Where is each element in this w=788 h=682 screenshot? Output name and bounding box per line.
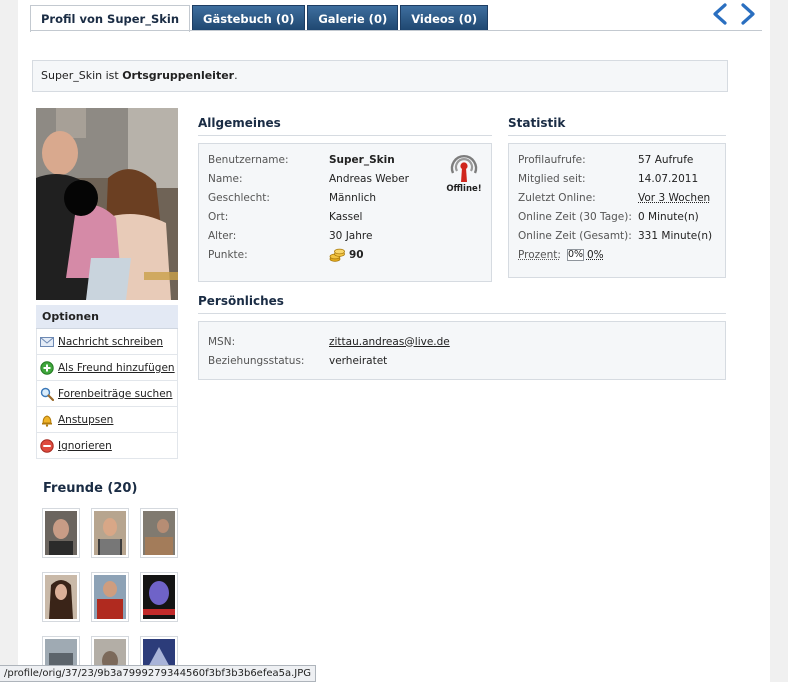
- rank-end: .: [234, 69, 238, 82]
- stat-row: Mitglied seit: 14.07.2011: [518, 169, 716, 188]
- profile-page: Profil von Super_Skin Gästebuch (0) Gale…: [18, 0, 770, 682]
- rank-title: Ortsgruppenleiter: [122, 69, 234, 82]
- status-label: Offline!: [446, 184, 482, 194]
- row-key: Punkte:: [208, 249, 329, 261]
- info-row: MSN: zittau.andreas@live.de: [208, 332, 716, 351]
- tab-gallery[interactable]: Galerie (0): [307, 5, 398, 31]
- info-row: Geschlecht: Männlich: [208, 188, 482, 207]
- row-key: Ort:: [208, 211, 329, 223]
- row-key: Benutzername:: [208, 154, 329, 166]
- search-posts-label: Forenbeiträge suchen: [58, 388, 172, 400]
- offline-status-icon: [447, 153, 481, 183]
- friend-thumbnail[interactable]: [140, 572, 178, 622]
- friend-photo: [45, 511, 77, 555]
- row-key: Beziehungsstatus:: [208, 355, 329, 367]
- row-key: Name:: [208, 173, 329, 185]
- row-key: Alter:: [208, 230, 329, 242]
- tab-videos[interactable]: Videos (0): [400, 5, 488, 31]
- general-box: Benutzername: Super_Skin Name: Andreas W…: [198, 143, 492, 282]
- block-icon: [40, 439, 54, 453]
- row-value: 331 Minute(n): [638, 230, 712, 242]
- username-value: Super_Skin: [329, 154, 395, 166]
- stat-row: Profilaufrufe: 57 Aufrufe: [518, 150, 716, 169]
- stat-row: Prozent: 0% 0%: [518, 245, 716, 264]
- row-key: Online Zeit (Gesamt):: [518, 230, 638, 242]
- percent-key: Prozent:: [518, 249, 561, 261]
- row-value: verheiratet: [329, 355, 387, 367]
- rank-notice: Super_Skin ist Ortsgruppenleiter.: [32, 60, 728, 92]
- personal-title: Persönliches: [198, 294, 726, 314]
- friend-thumbnail[interactable]: [42, 508, 80, 558]
- send-message-button[interactable]: Nachricht schreiben: [36, 329, 178, 355]
- row-value: 0 Minute(n): [638, 211, 699, 223]
- browser-status-bar: /profile/orig/37/23/9b3a7999279344560f3b…: [0, 665, 316, 682]
- online-status: Offline!: [446, 153, 482, 194]
- info-row: Name: Andreas Weber: [208, 169, 482, 188]
- info-row: Benutzername: Super_Skin: [208, 150, 482, 169]
- info-row: Beziehungsstatus: verheiratet: [208, 351, 716, 370]
- friend-thumbnail[interactable]: [140, 508, 178, 558]
- stat-row: Zuletzt Online: Vor 3 Wochen: [518, 188, 716, 207]
- info-row: Punkte: 90: [208, 245, 482, 264]
- friend-photo: [94, 575, 126, 619]
- tab-bar: Profil von Super_Skin Gästebuch (0) Gale…: [30, 5, 488, 31]
- add-friend-label: Als Freund hinzufügen: [58, 362, 175, 374]
- percent-bar: 0%: [567, 249, 584, 261]
- friend-photo: [143, 575, 175, 619]
- row-key: Geschlecht:: [208, 192, 329, 204]
- points-value: 90: [349, 249, 364, 261]
- general-title: Allgemeines: [198, 116, 492, 136]
- last-online-value: Vor 3 Wochen: [638, 192, 710, 204]
- friend-thumbnail[interactable]: [91, 572, 129, 622]
- row-value: 14.07.2011: [638, 173, 698, 185]
- add-icon: [40, 361, 54, 375]
- poke-button[interactable]: Anstupsen: [36, 407, 178, 433]
- rank-user: Super_Skin: [41, 69, 102, 82]
- stat-row: Online Zeit (30 Tage): 0 Minute(n): [518, 207, 716, 226]
- search-posts-button[interactable]: Forenbeiträge suchen: [36, 381, 178, 407]
- row-key: MSN:: [208, 336, 329, 348]
- personal-box: MSN: zittau.andreas@live.de Beziehungsst…: [198, 321, 726, 380]
- stats-box: Profilaufrufe: 57 Aufrufe Mitglied seit:…: [508, 143, 726, 278]
- row-value: Andreas Weber: [329, 173, 409, 185]
- row-value: Männlich: [329, 192, 376, 204]
- friend-thumbnail[interactable]: [91, 508, 129, 558]
- next-arrow-icon[interactable]: [736, 3, 758, 25]
- row-value: 57 Aufrufe: [638, 154, 693, 166]
- bell-icon: [40, 413, 54, 427]
- options-title: Optionen: [36, 305, 178, 329]
- tab-profile[interactable]: Profil von Super_Skin: [30, 5, 190, 32]
- tab-divider: [30, 30, 762, 31]
- info-row: Alter: 30 Jahre: [208, 226, 482, 245]
- send-message-label: Nachricht schreiben: [58, 336, 163, 348]
- previous-arrow-icon[interactable]: [710, 3, 732, 25]
- row-value: 30 Jahre: [329, 230, 372, 242]
- friend-photo: [143, 511, 175, 555]
- row-key: Mitglied seit:: [518, 173, 638, 185]
- add-friend-button[interactable]: Als Freund hinzufügen: [36, 355, 178, 381]
- percent-text: 0%: [587, 249, 604, 261]
- row-value: Kassel: [329, 211, 362, 223]
- search-icon: [40, 387, 54, 401]
- friend-thumbnail[interactable]: [42, 572, 80, 622]
- row-key: Online Zeit (30 Tage):: [518, 211, 638, 223]
- friend-photo: [45, 575, 77, 619]
- rank-middle: ist: [102, 69, 122, 82]
- row-key: Profilaufrufe:: [518, 154, 638, 166]
- options-panel: Optionen Nachricht schreiben Als Freund …: [36, 305, 178, 459]
- friends-title: Freunde (20): [43, 481, 137, 496]
- info-row: Ort: Kassel: [208, 207, 482, 226]
- ignore-label: Ignorieren: [58, 440, 112, 452]
- friend-photo: [94, 511, 126, 555]
- ignore-button[interactable]: Ignorieren: [36, 433, 178, 459]
- envelope-icon: [40, 335, 54, 349]
- tab-guestbook[interactable]: Gästebuch (0): [192, 5, 305, 31]
- row-key: Zuletzt Online:: [518, 192, 638, 204]
- poke-label: Anstupsen: [58, 414, 113, 426]
- profile-photo[interactable]: [36, 108, 178, 300]
- coins-icon: [329, 248, 345, 262]
- msn-link[interactable]: zittau.andreas@live.de: [329, 336, 450, 348]
- stats-title: Statistik: [508, 116, 726, 136]
- stat-row: Online Zeit (Gesamt): 331 Minute(n): [518, 226, 716, 245]
